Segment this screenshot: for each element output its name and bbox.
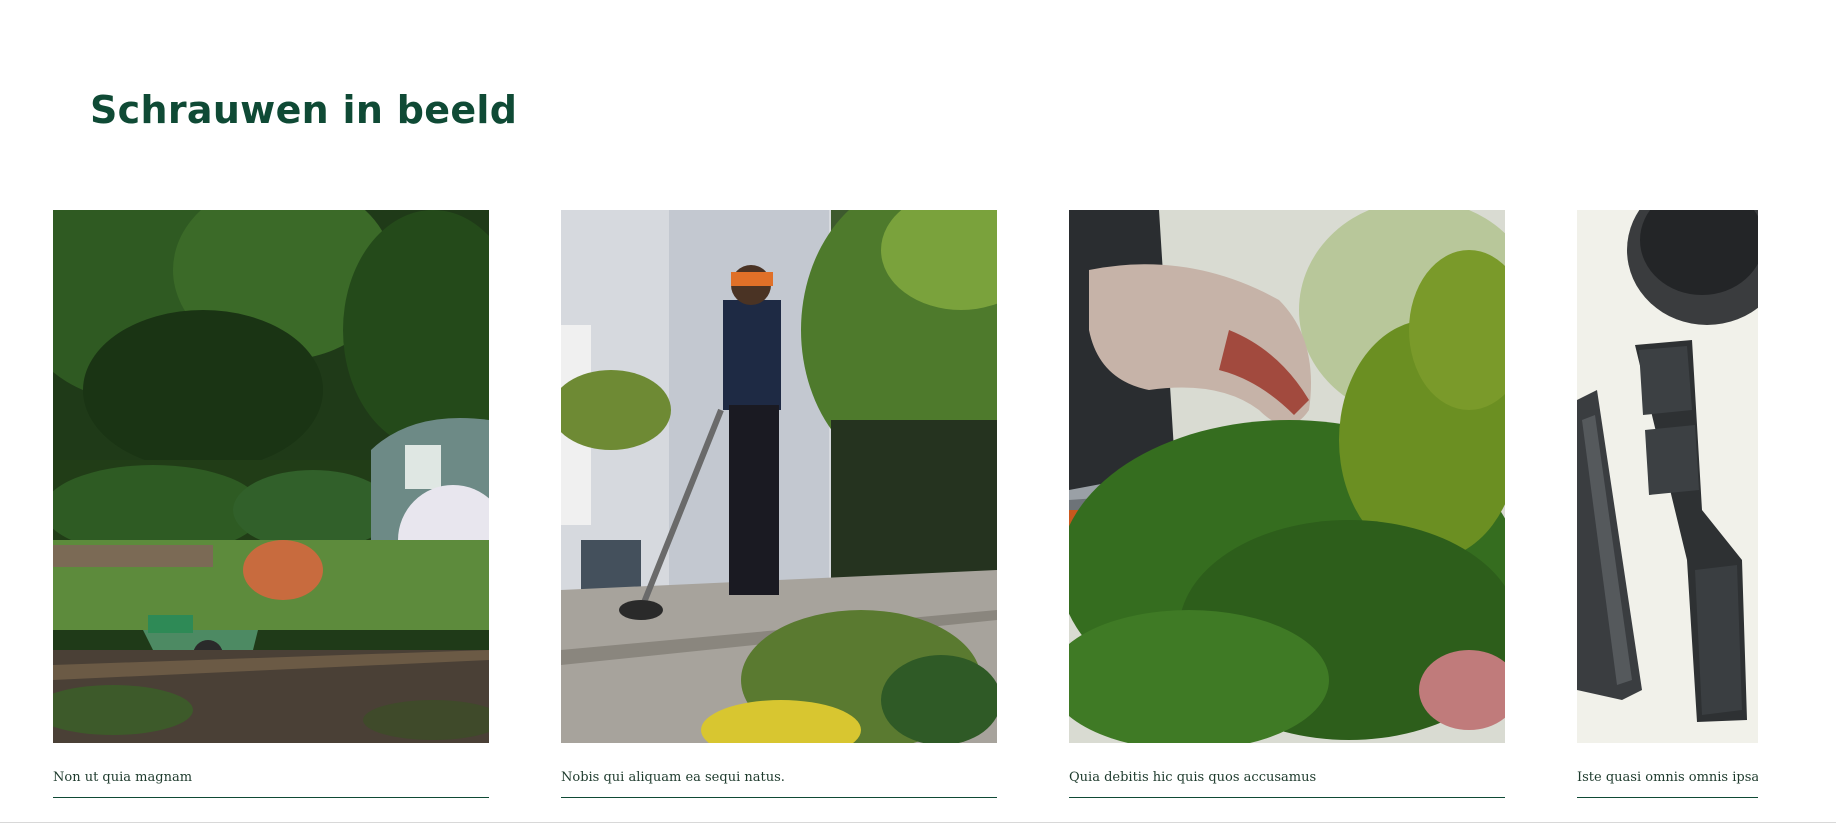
page-divider xyxy=(0,822,1836,823)
image-gallery: Non ut quia magnam Nobis qui aliquam ea … xyxy=(53,210,1758,810)
garden-wheelbarrow-photo[interactable] xyxy=(53,210,489,743)
gallery-caption[interactable]: Quia debitis hic quis quos accusamus xyxy=(1069,770,1505,798)
gallery-card[interactable]: Nobis qui aliquam ea sequi natus. xyxy=(561,210,997,798)
gallery-caption[interactable]: Iste quasi omnis omnis ipsa. xyxy=(1577,770,1758,798)
gallery-card[interactable]: Quia debitis hic quis quos accusamus xyxy=(1069,210,1505,798)
gallery-caption[interactable]: Non ut quia magnam xyxy=(53,770,489,798)
gallery-card[interactable]: Non ut quia magnam xyxy=(53,210,489,798)
pruning-shears-photo[interactable] xyxy=(1069,210,1505,743)
gallery-card[interactable]: Iste quasi omnis omnis ipsa. xyxy=(1577,210,1758,798)
section-title: Schrauwen in beeld xyxy=(90,88,518,132)
plant-pots-photo[interactable] xyxy=(1577,210,1758,743)
gardener-trimmer-photo[interactable] xyxy=(561,210,997,743)
gallery-caption[interactable]: Nobis qui aliquam ea sequi natus. xyxy=(561,770,997,798)
